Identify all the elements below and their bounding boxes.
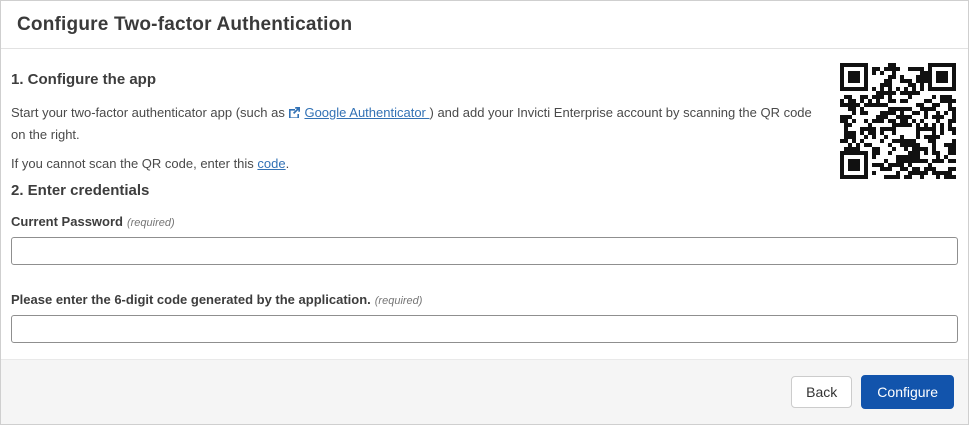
otp-code-field-group: Please enter the 6-digit code generated … xyxy=(11,291,958,343)
otp-code-label: Please enter the 6-digit code generated … xyxy=(11,292,371,307)
back-button[interactable]: Back xyxy=(791,376,852,408)
step1-heading: 1. Configure the app xyxy=(11,70,958,90)
fallback-text-after-link: . xyxy=(286,156,290,171)
google-authenticator-link-label: Google Authenticator xyxy=(304,105,429,120)
current-password-input[interactable] xyxy=(11,237,958,265)
step1-text-before-link: Start your two-factor authenticator app … xyxy=(11,105,288,120)
current-password-field-group: Current Password (required) xyxy=(11,213,958,265)
step1-instructions: Start your two-factor authenticator app … xyxy=(11,103,829,145)
current-password-required-note: (required) xyxy=(127,217,175,229)
two-factor-config-panel: Configure Two-factor Authentication 1. C… xyxy=(0,0,969,425)
external-link-icon xyxy=(288,105,301,125)
current-password-label-row: Current Password (required) xyxy=(11,213,958,232)
page-title: Configure Two-factor Authentication xyxy=(17,14,352,36)
manual-code-link[interactable]: code xyxy=(257,156,285,171)
fallback-text-before-link: If you cannot scan the QR code, enter th… xyxy=(11,156,257,171)
google-authenticator-link[interactable]: Google Authenticator xyxy=(288,105,429,120)
otp-code-required-note: (required) xyxy=(375,295,423,307)
qr-fallback-text: If you cannot scan the QR code, enter th… xyxy=(11,154,829,174)
configure-button[interactable]: Configure xyxy=(861,375,954,409)
current-password-label: Current Password xyxy=(11,214,123,229)
qr-code xyxy=(840,63,956,179)
otp-code-label-row: Please enter the 6-digit code generated … xyxy=(11,291,958,310)
step2-heading: 2. Enter credentials xyxy=(11,181,958,201)
otp-code-input[interactable] xyxy=(11,315,958,343)
panel-header: Configure Two-factor Authentication xyxy=(1,1,968,49)
panel-footer: Back Configure xyxy=(1,359,968,424)
panel-content: 1. Configure the app Start your two-fact… xyxy=(1,49,968,359)
